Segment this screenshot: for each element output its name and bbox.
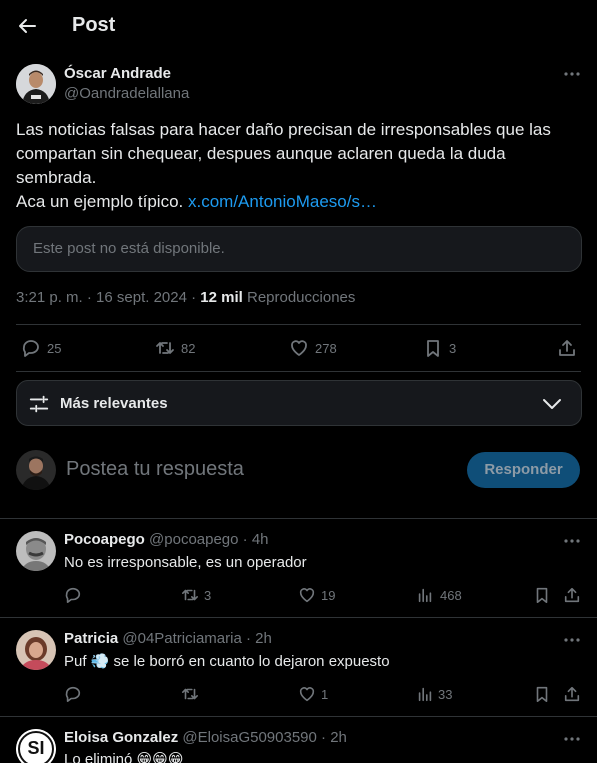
post-meta: 3:21 p. m. · 16 sept. 2024 · 12 mil Repr… xyxy=(16,289,356,306)
sort-replies-dropdown[interactable]: Más relevantes xyxy=(16,380,582,426)
post-link[interactable]: x.com/AntonioMaeso/s… xyxy=(188,192,377,211)
bookmark-icon[interactable] xyxy=(533,685,551,703)
author-name[interactable]: Óscar Andrade xyxy=(64,64,189,84)
repost-icon[interactable] xyxy=(181,586,199,604)
views-icon[interactable] xyxy=(416,586,434,604)
view-count: 33 xyxy=(438,687,453,702)
divider xyxy=(0,716,597,717)
post-author-avatar[interactable] xyxy=(16,64,56,104)
reply-author-name[interactable]: Eloisa Gonzalez xyxy=(64,729,178,746)
reply-time[interactable]: · 2h xyxy=(246,630,272,647)
divider xyxy=(16,371,581,372)
reply-author-handle[interactable]: @EloisaG50903590 xyxy=(182,729,317,746)
reply-author-handle[interactable]: @pocoapego xyxy=(149,531,238,548)
reply-time[interactable]: · 4h xyxy=(243,531,269,548)
post-text: Las noticias falsas para hacer daño prec… xyxy=(16,120,551,211)
dash-emoji: 💨 xyxy=(90,653,110,670)
share-icon[interactable] xyxy=(563,586,581,604)
bookmark-icon xyxy=(427,340,439,357)
like-count: 19 xyxy=(321,588,336,603)
share-icon xyxy=(559,340,575,356)
reply-time[interactable]: · 2h xyxy=(321,729,347,746)
view-count: 12 mil xyxy=(200,289,243,306)
reply-author-name[interactable]: Pocoapego xyxy=(64,531,145,548)
views-icon[interactable] xyxy=(416,685,434,703)
reply-avatar[interactable] xyxy=(16,531,56,571)
share-button[interactable] xyxy=(557,338,577,358)
reply-avatar[interactable]: SI xyxy=(16,729,56,763)
post-author: Óscar Andrade @Oandradelallana xyxy=(64,64,189,104)
view-count: 468 xyxy=(440,588,462,603)
repost-icon xyxy=(156,342,174,354)
repost-icon[interactable] xyxy=(181,685,199,703)
reply-icon xyxy=(22,340,39,357)
page-title: Post xyxy=(72,14,116,36)
reply-icon[interactable] xyxy=(64,685,82,703)
reply-header: Eloisa Gonzalez @EloisaG50903590 · 2h xyxy=(64,728,347,748)
reply-text: No es irresponsable, es un operador xyxy=(64,554,307,571)
bookmark-icon[interactable] xyxy=(533,586,551,604)
heart-icon[interactable] xyxy=(298,685,316,703)
reply-header: Patricia @04Patriciamaria · 2h xyxy=(64,629,272,649)
grin-emoji: 😁😁😁 xyxy=(136,751,184,763)
repost-count: 3 xyxy=(204,588,212,603)
divider xyxy=(16,324,581,325)
reply-author-name[interactable]: Patricia xyxy=(64,630,118,647)
heart-icon[interactable] xyxy=(298,586,316,604)
author-handle[interactable]: @Oandradelallana xyxy=(64,84,189,104)
reply-icon[interactable] xyxy=(64,586,82,604)
sort-label: Más relevantes xyxy=(60,395,168,412)
reply-text: Puf 💨 se le borró en cuanto lo dejaron e… xyxy=(64,653,390,670)
reply-avatar[interactable] xyxy=(16,630,56,670)
reply-submit-button[interactable]: Responder xyxy=(467,452,580,488)
more-options-icon[interactable] xyxy=(563,65,581,83)
like-button[interactable]: 278 xyxy=(289,338,337,358)
more-options-icon[interactable] xyxy=(563,532,581,550)
divider xyxy=(0,617,597,618)
sliders-icon xyxy=(29,395,49,413)
repost-button[interactable]: 82 xyxy=(155,338,195,358)
like-count: 1 xyxy=(321,687,329,702)
reply-button[interactable]: 25 xyxy=(21,338,61,358)
avatar-logo-text: SI xyxy=(27,738,45,758)
my-avatar[interactable] xyxy=(16,450,56,490)
top-bar: Post xyxy=(0,0,597,52)
chevron-down-icon xyxy=(543,399,561,409)
bookmark-button[interactable]: 3 xyxy=(423,338,456,358)
more-options-icon[interactable] xyxy=(563,730,581,748)
reply-author-handle[interactable]: @04Patriciamaria xyxy=(122,630,241,647)
reply-header: Pocoapego @pocoapego · 4h xyxy=(64,530,269,550)
back-arrow-icon[interactable] xyxy=(16,15,38,37)
heart-icon xyxy=(291,340,307,356)
share-icon[interactable] xyxy=(563,685,581,703)
reply-input[interactable]: Postea tu respuesta xyxy=(66,458,244,481)
unavailable-quote-card: Este post no está disponible. xyxy=(16,226,582,272)
more-options-icon[interactable] xyxy=(563,631,581,649)
divider xyxy=(0,518,597,519)
reply-text: Lo eliminó 😁😁😁 xyxy=(64,750,183,763)
